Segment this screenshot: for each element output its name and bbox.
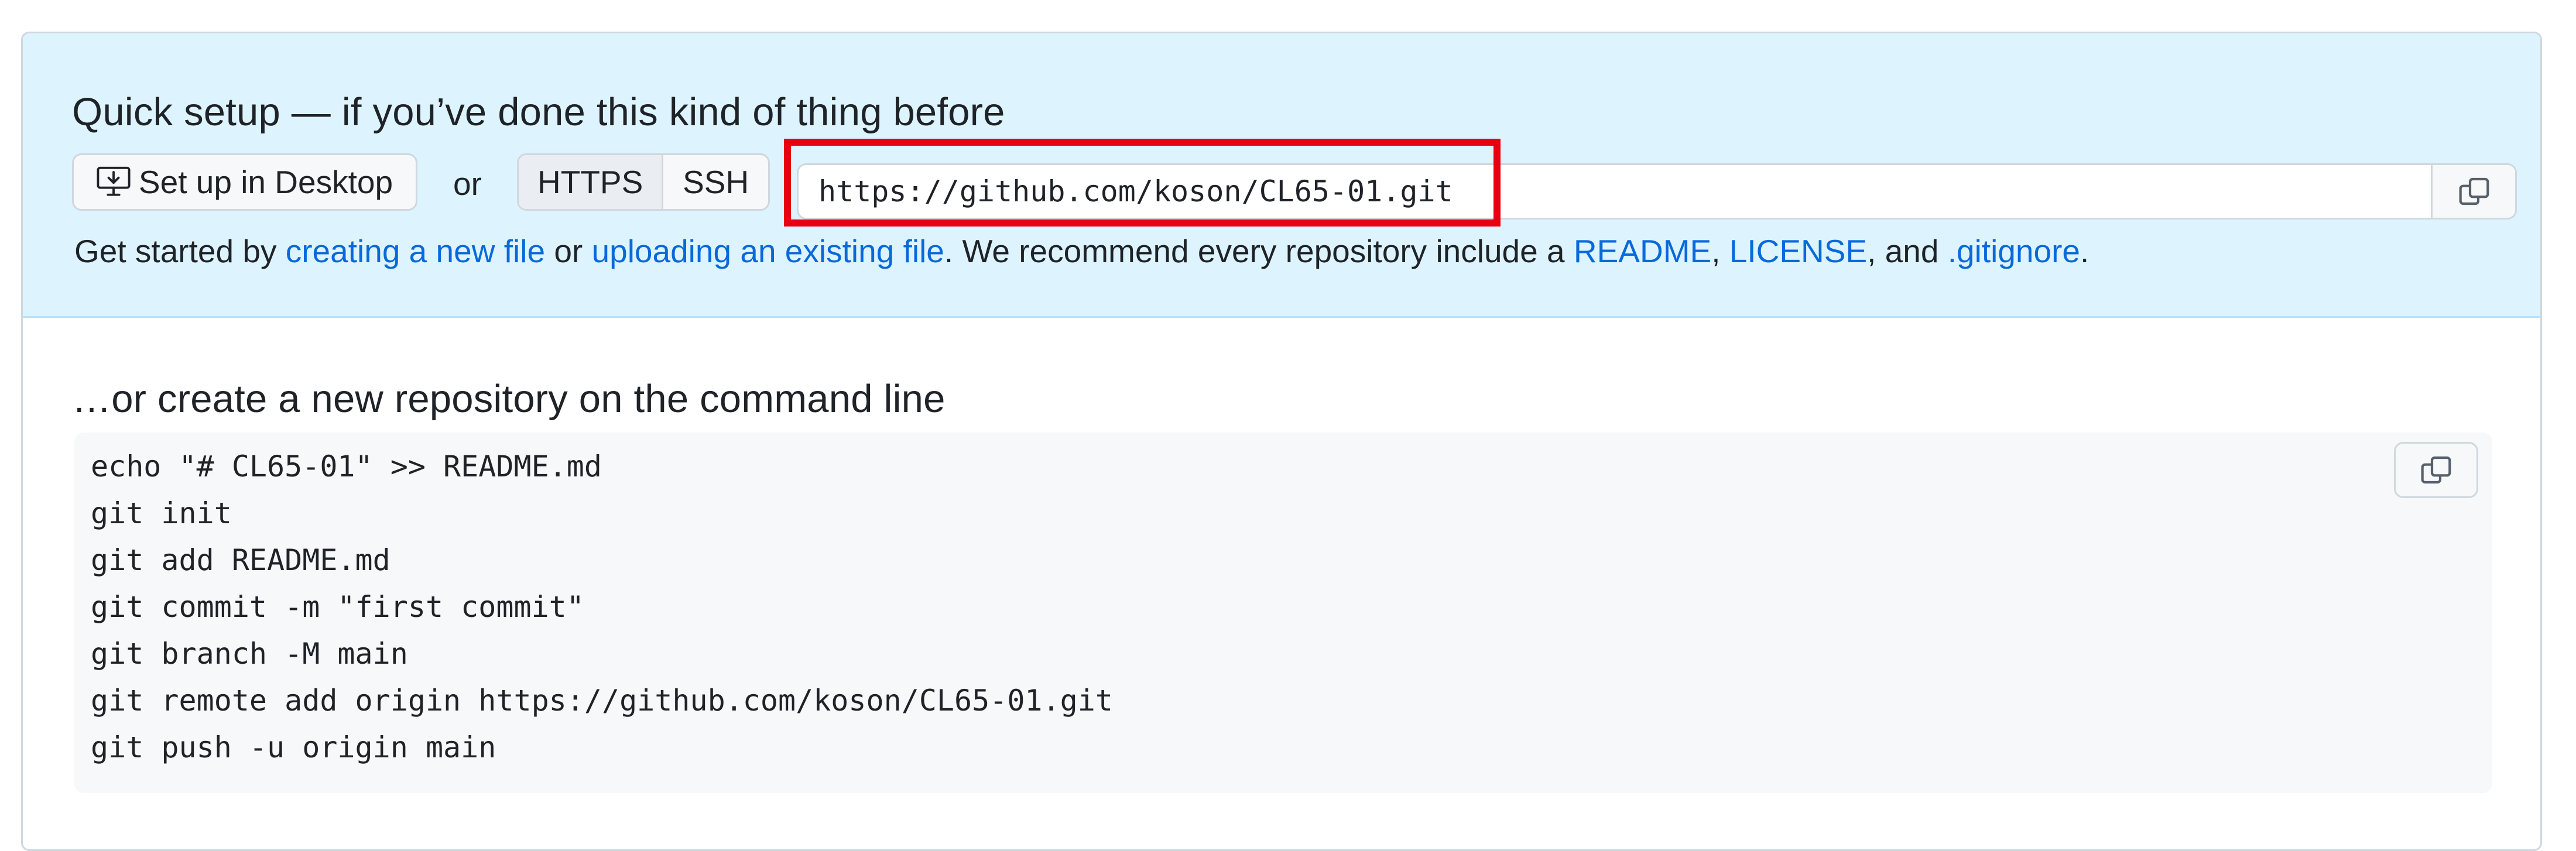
- readme-link[interactable]: README: [1574, 233, 1711, 269]
- copy-icon: [2420, 454, 2452, 486]
- clone-url-field: [797, 163, 2517, 219]
- protocol-https-button[interactable]: HTTPS: [519, 155, 662, 209]
- code-line: git push -u origin main: [91, 730, 496, 764]
- copy-commands-button[interactable]: [2394, 442, 2478, 498]
- command-line-heading: …or create a new repository on the comma…: [72, 377, 946, 421]
- set-up-in-desktop-label: Set up in Desktop: [138, 164, 393, 200]
- get-started-hint: Get started by creating a new file or up…: [74, 232, 2089, 270]
- clone-url-input[interactable]: [799, 165, 2414, 218]
- code-line: git commit -m "first commit": [91, 590, 584, 624]
- quick-setup-section: Quick setup — if you’ve done this kind o…: [23, 33, 2540, 318]
- hint-text-suffix: .: [2080, 233, 2089, 269]
- code-line: echo "# CL65-01" >> README.md: [91, 449, 602, 483]
- code-line: git remote add origin https://github.com…: [91, 684, 1113, 718]
- set-up-in-desktop-button[interactable]: Set up in Desktop: [72, 153, 417, 211]
- hint-text-comma: ,: [1711, 233, 1729, 269]
- command-lines: echo "# CL65-01" >> README.md git init git…: [91, 443, 1113, 771]
- quick-setup-heading: Quick setup — if you’ve done this kind o…: [72, 90, 1005, 134]
- copy-url-button[interactable]: [2431, 165, 2515, 218]
- code-line: git add README.md: [91, 543, 390, 577]
- uploading-existing-file-link[interactable]: uploading an existing file: [592, 233, 944, 269]
- hint-text-prefix: Get started by: [74, 233, 286, 269]
- code-line: git branch -M main: [91, 637, 408, 671]
- hint-text-recommend: . We recommend every repository include …: [944, 233, 1574, 269]
- copy-icon: [2458, 175, 2491, 208]
- protocol-ssh-button[interactable]: SSH: [663, 155, 768, 209]
- code-line: git init: [91, 496, 232, 530]
- repository-setup-panel: Quick setup — if you’ve done this kind o…: [21, 32, 2542, 851]
- command-line-code-block: echo "# CL65-01" >> README.md git init git…: [74, 433, 2492, 793]
- license-link[interactable]: LICENSE: [1729, 233, 1867, 269]
- hint-text-and: , and: [1867, 233, 1948, 269]
- gitignore-link[interactable]: .gitignore: [1948, 233, 2080, 269]
- or-text: or: [453, 166, 482, 202]
- protocol-selector: HTTPS SSH: [517, 153, 770, 211]
- creating-new-file-link[interactable]: creating a new file: [286, 233, 545, 269]
- hint-text-or: or: [545, 233, 592, 269]
- desktop-download-icon: [97, 166, 131, 198]
